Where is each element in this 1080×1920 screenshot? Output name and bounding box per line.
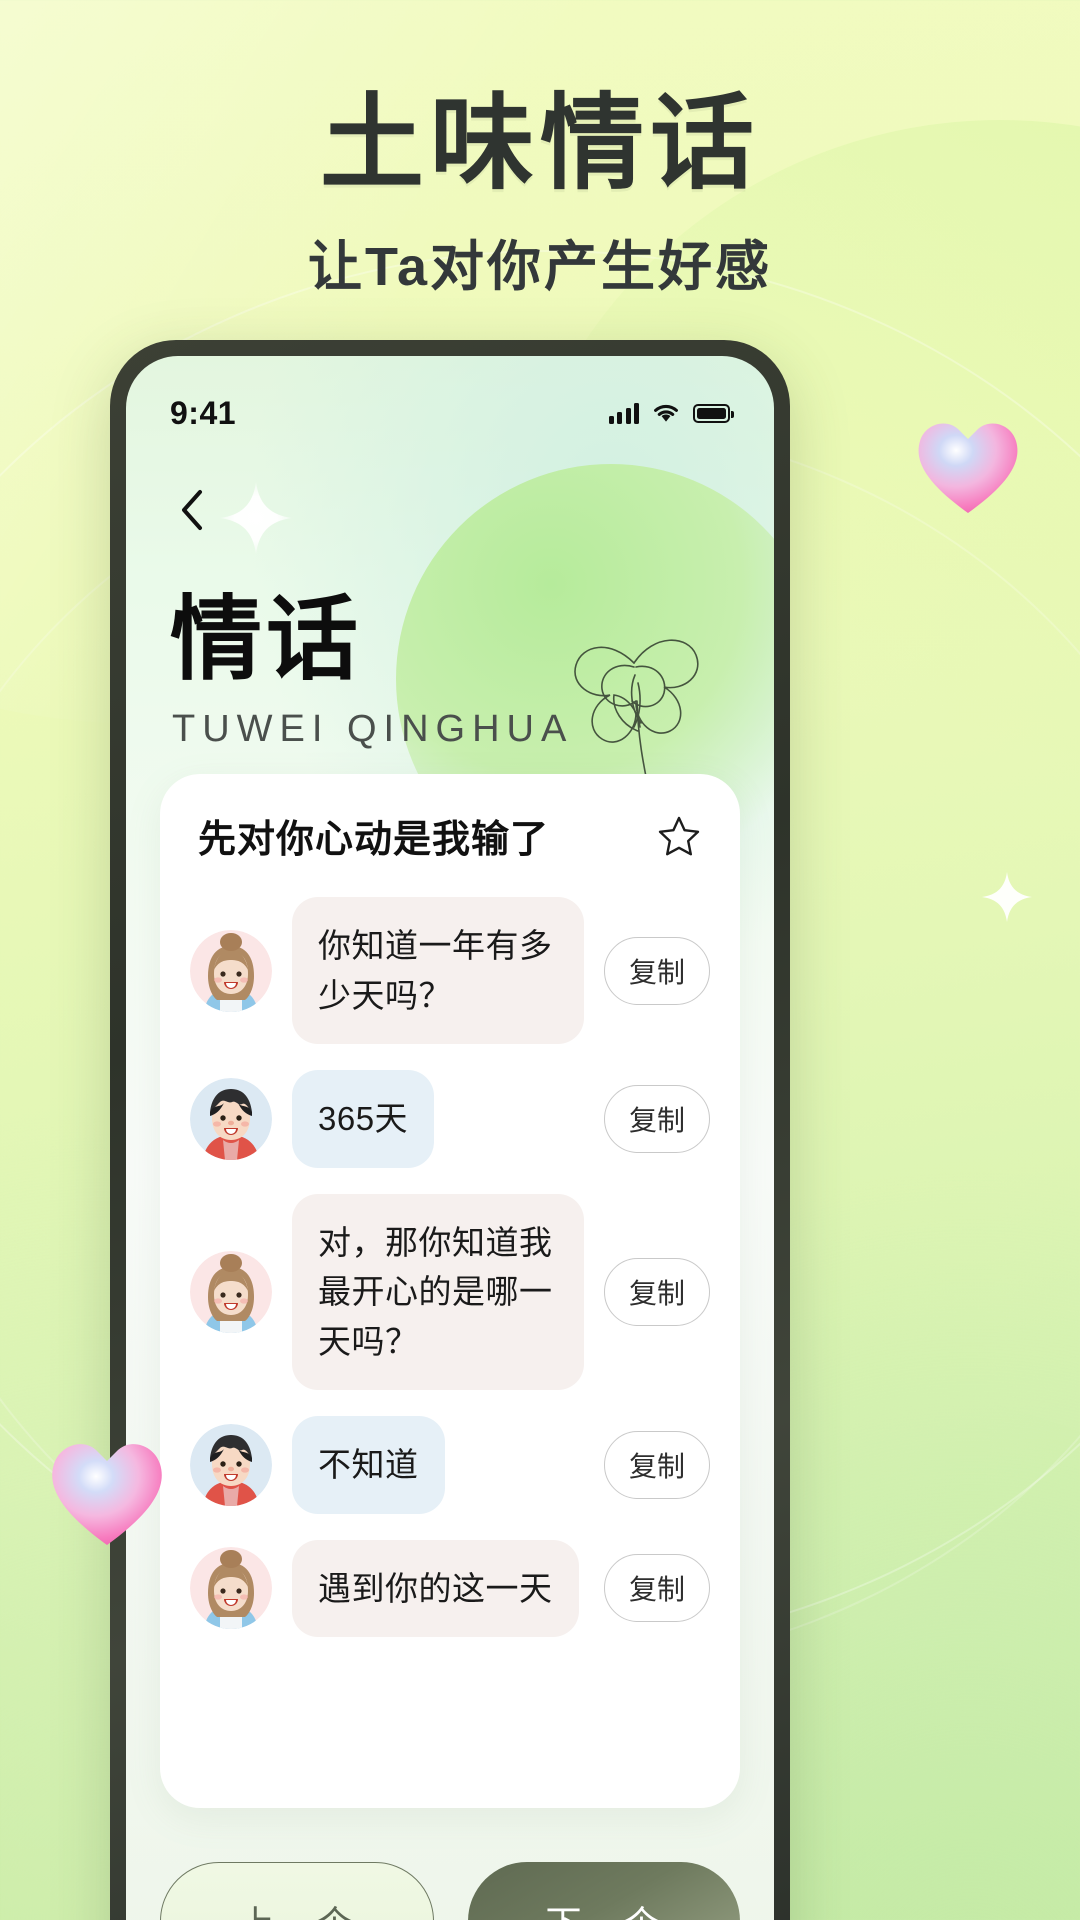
message-list: 你知道一年有多少天吗？ 复制 365天 复制 对，那你知道我最开心的是哪一天吗？ 复制 [190, 897, 710, 1637]
copy-button[interactable]: 复制 [603, 1084, 710, 1153]
girl-avatar [190, 929, 272, 1012]
app-title: 情话 [170, 589, 363, 691]
boy-avatar [190, 1423, 272, 1506]
girl-avatar [190, 929, 272, 1012]
phrase-card: 先对你心动是我输了 你知道一年有多少天吗？ 复制 365天 复制 对，那你知道我… [160, 774, 740, 1808]
copy-button[interactable]: 复制 [603, 1554, 710, 1623]
page-title: 土味情话 [319, 86, 760, 202]
page-subtitle: 让Ta对你产生好感 [307, 237, 772, 297]
next-button[interactable]: 下一个 [468, 1862, 740, 1920]
girl-avatar [190, 1547, 272, 1630]
message-bubble: 不知道 [292, 1416, 445, 1514]
cellular-signal-icon [608, 402, 639, 424]
boy-avatar [190, 1423, 272, 1506]
message-row: 不知道 复制 [190, 1416, 710, 1514]
card-title: 先对你心动是我输了 [198, 819, 550, 861]
copy-button[interactable]: 复制 [603, 1430, 710, 1499]
message-row: 365天 复制 [190, 1070, 710, 1168]
girl-avatar [190, 1250, 272, 1333]
sparkle-icon-decor [982, 872, 1032, 922]
girl-avatar [190, 1250, 272, 1333]
copy-button[interactable]: 复制 [603, 936, 710, 1005]
status-bar: 9:41 [126, 390, 774, 436]
previous-button[interactable]: 上一个 [160, 1862, 434, 1920]
status-time: 9:41 [170, 394, 237, 431]
message-bubble: 遇到你的这一天 [292, 1539, 579, 1637]
status-icons [608, 402, 734, 424]
message-bubble: 365天 [292, 1070, 435, 1168]
star-outline-icon [658, 816, 700, 855]
boy-avatar [190, 1077, 272, 1160]
phone-screen: 9:41 情话 TUWEI QINGHUA 先对你心动是我输了 你知道一年有多少… [126, 356, 774, 1920]
back-button[interactable] [166, 484, 218, 536]
chevron-left-icon [182, 490, 202, 530]
message-row: 遇到你的这一天 复制 [190, 1539, 710, 1637]
battery-full-icon [693, 403, 734, 423]
bottom-navigation: 上一个 下一个 [126, 1830, 774, 1920]
message-row: 你知道一年有多少天吗？ 复制 [190, 897, 710, 1044]
app-pinyin: TUWEI QINGHUA [172, 708, 574, 750]
copy-button[interactable]: 复制 [603, 1257, 710, 1326]
girl-avatar [190, 1547, 272, 1630]
favorite-button[interactable] [654, 811, 704, 861]
card-header: 先对你心动是我输了 [190, 808, 710, 863]
boy-avatar [190, 1077, 272, 1160]
line-art-flower-icon [574, 639, 699, 798]
gradient-heart-icon [908, 405, 1028, 525]
sparkle-icon [220, 482, 292, 554]
message-bubble: 你知道一年有多少天吗？ [292, 897, 584, 1044]
wifi-icon [654, 404, 678, 422]
phone-mockup: 9:41 情话 TUWEI QINGHUA 先对你心动是我输了 你知道一年有多少… [110, 340, 790, 1920]
message-row: 对，那你知道我最开心的是哪一天吗？ 复制 [190, 1193, 710, 1390]
message-bubble: 对，那你知道我最开心的是哪一天吗？ [292, 1193, 584, 1390]
